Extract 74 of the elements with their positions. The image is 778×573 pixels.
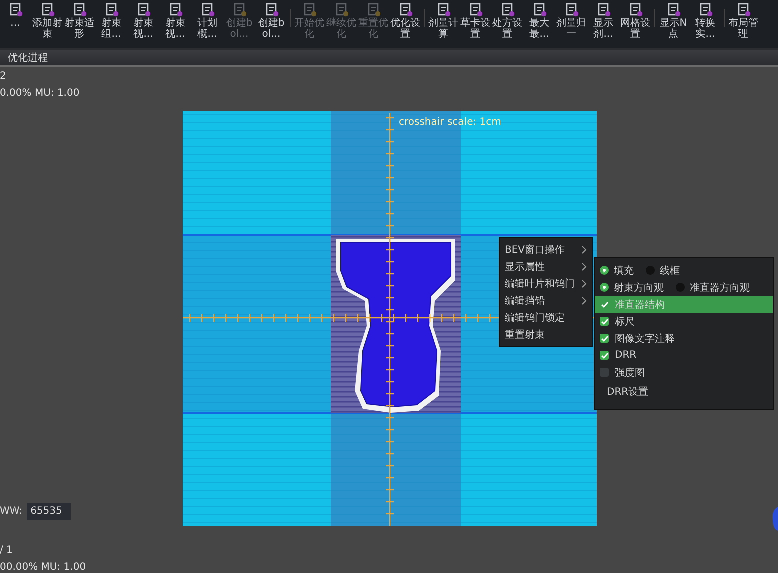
toolbar-button[interactable]: 剂量归一 (556, 3, 587, 40)
toolbar-button[interactable]: 计划概... (192, 3, 223, 40)
overlay-text: 00.00% MU: 1.00 (0, 562, 86, 573)
toolbar-button[interactable]: 添加射束 (32, 3, 63, 40)
document-icon (302, 3, 316, 17)
document-icon (398, 3, 412, 17)
menu-item[interactable]: DRR设置 (607, 385, 649, 399)
document-icon (666, 3, 680, 17)
document-icon (736, 3, 750, 17)
toolbar-button[interactable]: 布局管理 (728, 3, 759, 40)
toolbar-button[interactable]: 射束组... (96, 3, 127, 40)
overlay-text: 0.00% MU: 1.00 (0, 88, 80, 99)
menu-item[interactable]: 编辑叶片和钨门 (505, 276, 575, 290)
toolbar-button[interactable]: … (0, 3, 31, 40)
checkbox-label: 标尺 (615, 316, 635, 328)
ww-label: WW: (0, 506, 23, 517)
document-icon (136, 3, 150, 17)
document-icon (168, 3, 182, 17)
toolbar-button[interactable]: 网格设置 (620, 3, 651, 40)
toolbar-button[interactable]: 优化设置 (390, 3, 421, 40)
checkbox-label: 准直器结构 (615, 298, 665, 312)
toolbar-button[interactable]: 射束适形 (64, 3, 95, 40)
checkbox-label: DRR (615, 350, 637, 361)
document-icon (72, 3, 86, 17)
document-icon (500, 3, 514, 17)
document-icon (104, 3, 118, 17)
document-icon (468, 3, 482, 17)
toolbar-button[interactable]: 创建bol... (256, 3, 287, 40)
checkbox-label: 强度图 (615, 366, 645, 380)
radio-button[interactable] (600, 283, 609, 292)
toolbar-button[interactable]: 剂量计算 (428, 3, 459, 40)
panel-tab[interactable]: 优化进程 (5, 50, 51, 64)
toolbar-button[interactable]: 射束视... (160, 3, 191, 40)
document-icon (596, 3, 610, 17)
orientation-marker-icon (772, 507, 778, 531)
document-icon (232, 3, 246, 17)
checkbox[interactable] (600, 300, 609, 309)
toolbar-button[interactable]: 转换实... (690, 3, 721, 40)
ww-input-field[interactable]: 65535 (26, 503, 71, 520)
radio-label: 填充 (614, 264, 634, 278)
overlay-text: / 1 (0, 545, 14, 556)
menu-item[interactable]: 编辑钨门锁定 (505, 310, 565, 324)
menu-item[interactable]: 重置射束 (505, 328, 545, 342)
document-icon (628, 3, 642, 17)
toolbar-button[interactable]: 射束视... (128, 3, 159, 40)
radio-label: 线框 (660, 264, 680, 278)
checkbox[interactable] (600, 334, 609, 343)
toolbar-button[interactable]: 显示N点 (658, 3, 689, 40)
document-icon (564, 3, 578, 17)
document-icon (200, 3, 214, 17)
document-icon (698, 3, 712, 17)
checkbox[interactable] (600, 317, 609, 326)
menu-item[interactable]: 编辑挡铅 (505, 294, 545, 308)
document-icon (264, 3, 278, 17)
radio-label: 射束方向观 (614, 282, 664, 294)
menu-item[interactable]: BEV窗口操作 (505, 242, 566, 256)
toolbar-button[interactable]: 处方设置 (492, 3, 523, 40)
radio-label: 准直器方向观 (690, 282, 750, 294)
document-icon (334, 3, 348, 17)
document-icon (366, 3, 380, 17)
checkbox-label: 图像文字注释 (615, 332, 675, 346)
toolbar-button[interactable]: 显示剂... (588, 3, 619, 40)
document-icon (532, 3, 546, 17)
document-icon (40, 3, 54, 17)
menu-item[interactable]: 显示属性 (505, 260, 545, 274)
overlay-text: 2 (0, 71, 8, 82)
checkbox[interactable] (600, 368, 609, 377)
crosshair-scale-label: crosshair scale: 1cm (399, 117, 502, 128)
document-icon (8, 3, 22, 17)
checkbox[interactable] (600, 351, 609, 360)
document-icon (436, 3, 450, 17)
radio-button[interactable] (600, 266, 609, 275)
toolbar-button[interactable]: 草卡设置 (460, 3, 491, 40)
toolbar-button[interactable]: 最大最... (524, 3, 555, 40)
